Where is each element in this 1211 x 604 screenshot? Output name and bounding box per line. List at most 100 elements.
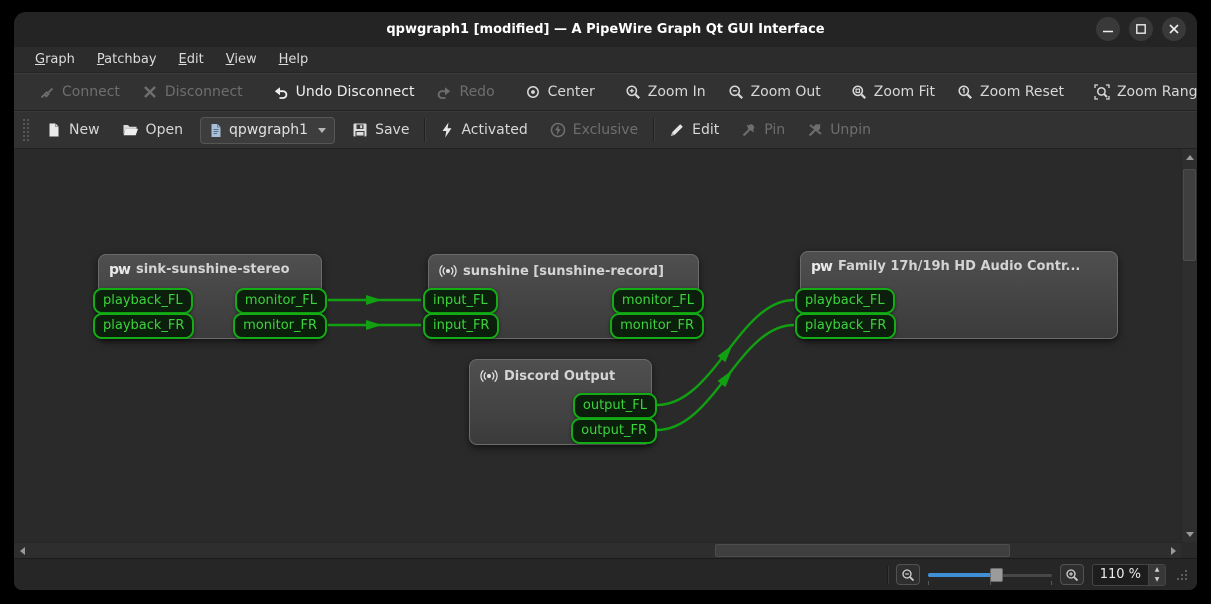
menu-graph[interactable]: Graph [26, 49, 84, 70]
node-title: sunshine [sunshine-record] [463, 263, 664, 279]
zoom-percent-value[interactable]: 110 % [1093, 567, 1148, 582]
node-title: Family 17h/19h HD Audio Contr... [837, 259, 1081, 274]
port-monitor-fr[interactable]: monitor_FR [610, 313, 704, 339]
redo-button[interactable]: Redo [425, 77, 505, 107]
menu-help[interactable]: Help [270, 49, 318, 70]
edit-button[interactable]: Edit [658, 115, 730, 145]
activated-bolt-icon [442, 122, 452, 138]
patchbay-profile-combo[interactable]: qpwgraph1 [199, 116, 336, 144]
zoom-slider[interactable] [927, 565, 1052, 585]
open-button[interactable]: Open [111, 115, 194, 145]
vertical-scrollbar[interactable] [1181, 149, 1197, 542]
zoom-reset-icon [958, 85, 972, 99]
node-title: sink-sunshine-stereo [135, 262, 290, 277]
port-output-fr[interactable]: output_FR [571, 418, 657, 444]
zoom-range-icon [1094, 84, 1110, 100]
disconnect-button[interactable]: Disconnect [131, 77, 254, 107]
node-sink-sunshine-stereo[interactable]: pw sink-sunshine-stereo playback_FL play… [93, 254, 327, 339]
toolbar-drag-handle[interactable] [22, 118, 29, 142]
arrow-down-icon [1186, 531, 1194, 537]
menu-bar: Graph Patchbay Edit View Help [14, 47, 1197, 73]
zoom-in-mini-button[interactable] [1059, 564, 1084, 585]
zoom-out-icon [902, 568, 914, 581]
minimize-icon [1103, 30, 1113, 33]
horizontal-scrollbar[interactable] [14, 542, 1181, 558]
zoom-out-button[interactable]: Zoom Out [717, 77, 832, 107]
undo-disconnect-button[interactable]: Undo Disconnect [262, 77, 426, 107]
title-bar[interactable]: qpwgraph1 [modified] — A PipeWire Graph … [14, 12, 1197, 47]
zoom-fit-icon [852, 85, 866, 99]
app-window: qpwgraph1 [modified] — A PipeWire Graph … [14, 12, 1197, 590]
connect-button[interactable]: Connect [28, 77, 131, 107]
save-icon [353, 123, 367, 137]
port-monitor-fl[interactable]: monitor_FL [234, 288, 327, 314]
new-button[interactable]: New [35, 115, 111, 145]
pipewire-icon: pw [109, 261, 131, 278]
patchbay-file-icon [211, 123, 221, 137]
node-discord-output[interactable]: Discord Output output_FL output_FR [469, 359, 657, 445]
close-button[interactable] [1162, 17, 1186, 41]
port-input-fr[interactable]: input_FR [423, 313, 500, 339]
unpin-icon [808, 123, 822, 137]
port-playback-fr[interactable]: playback_FR [93, 313, 195, 339]
zoom-range-button[interactable]: Zoom Range [1083, 77, 1197, 107]
menu-view[interactable]: View [217, 49, 266, 70]
vertical-scroll-thumb[interactable] [1183, 169, 1196, 261]
port-monitor-fr[interactable]: monitor_FR [233, 313, 327, 339]
graph-canvas[interactable]: pw sink-sunshine-stereo playback_FL play… [14, 149, 1197, 558]
port-playback-fl[interactable]: playback_FL [795, 288, 895, 314]
slider-handle[interactable] [989, 567, 1003, 582]
activated-button[interactable]: Activated [429, 115, 538, 145]
stream-icon [480, 369, 498, 383]
scroll-up-button[interactable] [1182, 149, 1197, 165]
spin-up-button[interactable]: ▲ [1149, 565, 1165, 575]
statusbar-separator [886, 565, 888, 584]
wire-arrow [717, 369, 733, 388]
maximize-button[interactable] [1129, 17, 1153, 41]
wire-output-fr-to-playback-fr [656, 323, 795, 432]
pin-button[interactable]: Pin [730, 115, 796, 145]
zoom-out-mini-button[interactable] [895, 564, 920, 585]
port-playback-fr[interactable]: playback_FR [795, 313, 897, 339]
spin-down-button[interactable]: ▼ [1149, 575, 1165, 585]
window-title: qpwgraph1 [modified] — A PipeWire Graph … [386, 22, 825, 37]
close-icon [1169, 24, 1179, 34]
connect-icon [40, 87, 54, 99]
wire-arrow [366, 320, 382, 330]
arrow-left-icon [19, 547, 25, 555]
port-output-fl[interactable]: output_FL [572, 393, 657, 419]
new-file-icon [49, 123, 59, 137]
status-bar: 110 % ▲ ▼ [14, 558, 1197, 590]
scroll-left-button[interactable] [14, 543, 30, 558]
minimize-button[interactable] [1096, 17, 1120, 41]
node-title: Discord Output [504, 368, 616, 384]
zoom-reset-button[interactable]: Zoom Reset [946, 77, 1075, 107]
patchbay-toolbar: New Open qpwgraph1 Save Activated Exclus… [14, 111, 1197, 149]
port-monitor-fl[interactable]: monitor_FL [611, 288, 704, 314]
unpin-button[interactable]: Unpin [796, 115, 882, 145]
zoom-in-button[interactable]: Zoom In [614, 77, 717, 107]
save-button[interactable]: Save [341, 115, 420, 145]
edit-pencil-icon [671, 124, 683, 136]
toolbar-separator [424, 118, 426, 142]
menu-patchbay[interactable]: Patchbay [88, 49, 166, 70]
scroll-right-button[interactable] [1165, 543, 1181, 558]
node-family-hd-audio[interactable]: pw Family 17h/19h HD Audio Contr... play… [795, 251, 1118, 339]
horizontal-scroll-thumb[interactable] [715, 544, 1010, 557]
menu-edit[interactable]: Edit [170, 49, 213, 70]
port-input-fl[interactable]: input_FL [423, 288, 498, 314]
zoom-fit-button[interactable]: Zoom Fit [840, 77, 946, 107]
port-playback-fl[interactable]: playback_FL [93, 288, 193, 314]
resize-grip[interactable] [1174, 567, 1189, 582]
graph-toolbar: Connect Disconnect Undo Disconnect Redo … [14, 73, 1197, 111]
pipewire-icon: pw [811, 258, 833, 275]
zoom-percent-spinbox[interactable]: 110 % ▲ ▼ [1091, 563, 1166, 586]
scroll-down-button[interactable] [1182, 526, 1197, 542]
center-button[interactable]: Center [514, 77, 606, 107]
zoom-in-icon [626, 85, 640, 99]
node-sunshine[interactable]: sunshine [sunshine-record] input_FL inpu… [423, 254, 704, 339]
exclusive-button[interactable]: Exclusive [539, 115, 649, 145]
open-folder-icon [123, 125, 138, 136]
maximize-icon [1136, 24, 1146, 34]
zoom-in-icon [1066, 568, 1078, 581]
